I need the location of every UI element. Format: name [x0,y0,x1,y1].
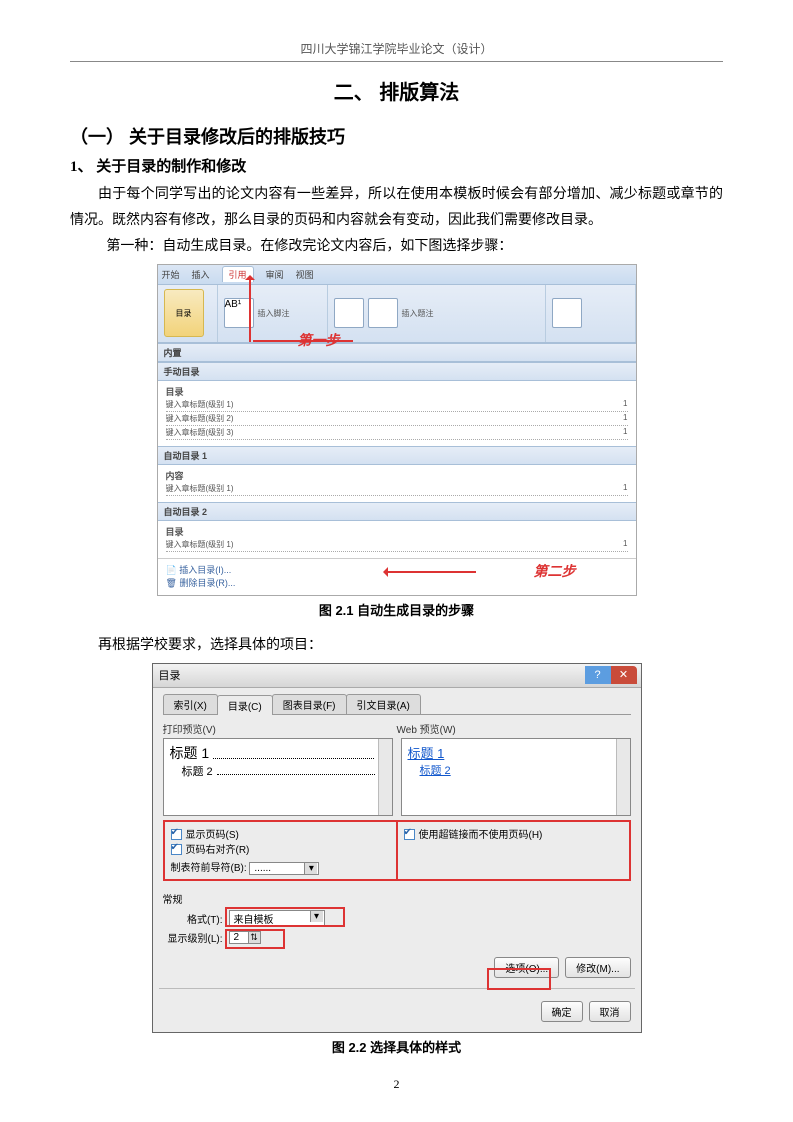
para-2: 第一种：自动生成目录。在修改完论文内容后，如下图选择步骤： [70,234,723,260]
panel-auto2[interactable]: 自动目录 2 [158,502,636,521]
tab-toc[interactable]: 目录(C) [217,695,273,715]
figure-2-caption: 图 2.2 选择具体的样式 [70,1037,723,1056]
figure-2-dialog: 目录 ? ✕ 索引(X) 目录(C) 图表目录(F) 引文目录(A) 打印预览(… [152,663,642,1033]
toc-line: 键入章标题(级别 2) [166,413,624,424]
ribbon-box-icon [334,298,364,328]
format-label: 格式(T): [163,911,223,926]
toc-line: 键入章标题(级别 3) [166,427,624,438]
page-header: 四川大学锦江学院毕业论文（设计） [70,40,723,62]
checkbox-hyperlinks[interactable] [404,829,415,840]
preview-h2: 标题 2 [182,763,213,779]
panel-title: 目录 [166,525,628,538]
print-preview-label: 打印预览(V) [163,721,397,736]
preview-link-h1: 标题 1 [408,743,624,762]
general-label: 常规 [163,891,631,906]
para-1: 由于每个同学写出的论文内容有一些差异，所以在使用本模板时候会有部分增加、减少标题… [70,182,723,234]
toc-line: 键入章标题(级别 1) [166,483,624,494]
ribbon-box-icon [368,298,398,328]
figure-1-caption: 图 2.1 自动生成目录的步骤 [70,600,723,619]
ribbon-box-icon [552,298,582,328]
ok-button[interactable]: 确定 [541,1001,583,1022]
para-3: 再根据学校要求，选择具体的项目： [70,633,723,659]
panel-auto1[interactable]: 自动目录 1 [158,446,636,465]
levels-label: 显示级别(L): [163,930,223,945]
web-preview-label: Web 预览(W) [397,721,456,736]
figure-1: 开始 插入 引用 审阅 视图 目录 AB¹ 插入脚注 插入题注 第一步 内置 手… [157,264,637,596]
tab-home[interactable]: 开始 [162,268,180,281]
page-number: 2 [0,1077,793,1092]
ribbon-label: 插入题注 [402,308,434,319]
highlight-box-icon [225,907,345,927]
modify-button[interactable]: 修改(M)... [565,957,630,978]
preview-h1: 标题 1 [170,743,210,763]
toc-line: 键入章标题(级别 1) [166,539,624,550]
scrollbar[interactable] [616,739,630,815]
sub-title: 1、 关于目录的制作和修改 [70,155,723,176]
preview-link-h2: 标题 2 [408,762,624,778]
dialog-tabs: 索引(X) 目录(C) 图表目录(F) 引文目录(A) [163,694,631,715]
tab-index[interactable]: 索引(X) [163,694,218,714]
dialog-title: 目录 [159,667,181,683]
help-icon[interactable]: ? [585,666,611,684]
toc-button[interactable]: 目录 [164,289,204,337]
checkbox-align-right[interactable] [171,844,182,855]
close-icon[interactable]: ✕ [611,666,637,684]
label-step2: 第二步 [534,561,576,581]
print-preview: 标题 11 标题 23 [163,738,393,816]
tab-view[interactable]: 视图 [296,268,314,281]
tab-figures[interactable]: 图表目录(F) [272,694,347,714]
section-title: （一） 关于目录修改后的排版技巧 [70,123,723,149]
dialog-titlebar: 目录 ? ✕ [153,664,641,688]
tab-citations[interactable]: 引文目录(A) [346,694,421,714]
web-preview: 标题 1 标题 2 [401,738,631,816]
panel-manual[interactable]: 手动目录 [158,362,636,381]
checkbox-show-page[interactable] [171,829,182,840]
ribbon: 目录 AB¹ 插入脚注 插入题注 [158,285,636,343]
leader-combo[interactable]: ...... [249,862,319,875]
panel-builtin: 内置 [158,343,636,362]
ribbon-tabs: 开始 插入 引用 审阅 视图 [158,265,636,285]
toc-line: 键入章标题(级别 1) [166,399,624,410]
tab-review[interactable]: 审阅 [266,268,284,281]
label-step1: 第一步 [298,330,340,350]
panel-title: 目录 [166,385,628,398]
panel-title: 内容 [166,469,628,482]
arrow-step2 [386,571,476,573]
chapter-title: 二、 排版算法 [70,76,723,105]
highlight-box-icon [487,968,551,990]
highlight-box-icon [225,929,285,949]
cancel-button[interactable]: 取消 [589,1001,631,1022]
ribbon-label: 插入脚注 [258,308,290,319]
leader-label: 制表符前导符(B): [171,863,247,874]
scrollbar[interactable] [378,739,392,815]
tab-insert[interactable]: 插入 [192,268,210,281]
